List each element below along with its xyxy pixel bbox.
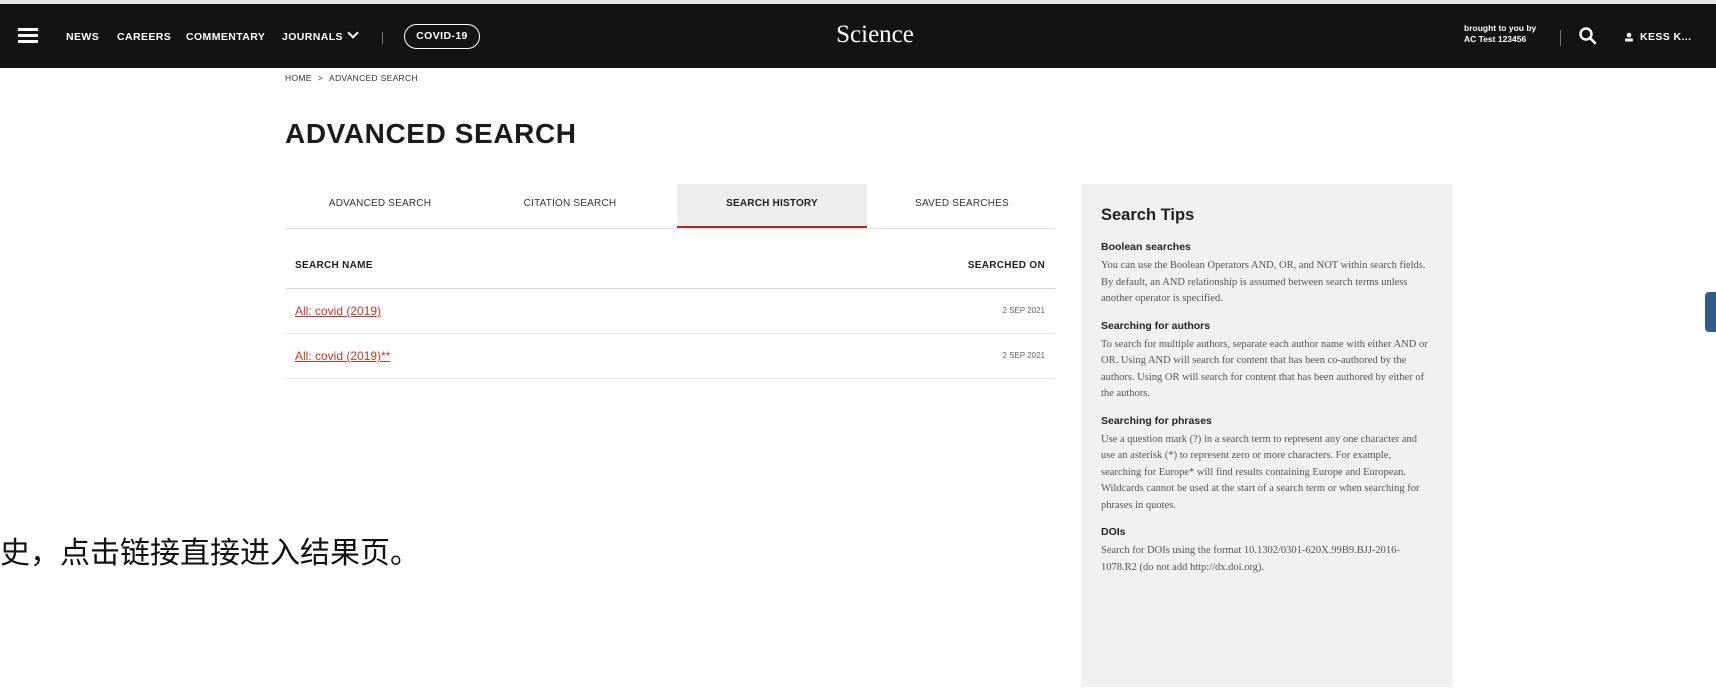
column-header-searched-on: SEARCHED ON bbox=[967, 260, 1045, 271]
menu-icon[interactable] bbox=[18, 28, 38, 44]
nav-careers-link[interactable]: CAREERS bbox=[117, 31, 171, 43]
table-header-row: SEARCH NAME SEARCHED ON bbox=[285, 250, 1055, 289]
breadcrumb: HOME > ADVANCED SEARCH bbox=[285, 73, 418, 83]
search-icon[interactable] bbox=[1578, 26, 1598, 46]
user-account-button[interactable]: KESS K... bbox=[1624, 31, 1691, 43]
top-navigation-bar: NEWS CAREERS COMMENTARY JOURNALS COVID-1… bbox=[0, 0, 1716, 68]
chevron-down-icon bbox=[347, 27, 359, 39]
overlay-annotation-text: 史，点击链接直接进入结果页。 bbox=[0, 536, 420, 571]
search-history-table: SEARCH NAME SEARCHED ON All: covid (2019… bbox=[285, 250, 1055, 379]
tip-heading-dois: DOIs bbox=[1101, 526, 1126, 538]
feedback-edge-tab[interactable] bbox=[1705, 292, 1716, 332]
tab-saved-searches[interactable]: SAVED SEARCHES bbox=[867, 184, 1057, 228]
table-row: All: covid (2019) 2 SEP 2021 bbox=[285, 289, 1055, 334]
nav-news-link[interactable]: NEWS bbox=[66, 31, 99, 43]
tip-heading-authors: Searching for authors bbox=[1101, 319, 1211, 332]
tab-citation-search[interactable]: CITATION SEARCH bbox=[475, 184, 665, 228]
breadcrumb-home-link[interactable]: HOME bbox=[285, 73, 312, 83]
search-history-link[interactable]: All: covid (2019) bbox=[295, 304, 381, 318]
table-row: All: covid (2019)** 2 SEP 2021 bbox=[285, 334, 1055, 379]
search-tabs: ADVANCED SEARCH CITATION SEARCH SEARCH H… bbox=[285, 184, 1055, 229]
breadcrumb-current: ADVANCED SEARCH bbox=[328, 73, 418, 83]
tip-heading-phrases: Searching for phrases bbox=[1101, 414, 1212, 427]
nav-commentary-link[interactable]: COMMENTARY bbox=[186, 31, 265, 43]
brought-by-line: brought to you by bbox=[1464, 23, 1537, 33]
nav-divider bbox=[382, 32, 383, 44]
tab-search-history[interactable]: SEARCH HISTORY bbox=[677, 184, 867, 228]
searched-on-date: 2 SEP 2021 bbox=[1002, 306, 1045, 315]
institution-name: AC Test 123456 bbox=[1464, 34, 1527, 44]
science-logo[interactable]: Science bbox=[820, 21, 930, 49]
tip-heading-boolean: Boolean searches bbox=[1101, 241, 1191, 253]
nav-journals-label: JOURNALS bbox=[282, 31, 343, 43]
tip-body-authors: To search for multiple authors, separate… bbox=[1101, 338, 1428, 400]
search-tips-title: Search Tips bbox=[1101, 206, 1195, 224]
tip-body-dois: Search for DOIs using the format 10.1302… bbox=[1101, 545, 1400, 573]
covid-19-button[interactable]: COVID-19 bbox=[404, 24, 480, 49]
searched-on-date: 2 SEP 2021 bbox=[1002, 351, 1045, 360]
header-divider bbox=[1560, 30, 1561, 46]
institution-access-label: brought to you by AC Test 123456 bbox=[1464, 23, 1536, 45]
breadcrumb-separator: > bbox=[317, 73, 323, 83]
search-history-link[interactable]: All: covid (2019)** bbox=[295, 349, 390, 363]
nav-journals-dropdown[interactable]: JOURNALS bbox=[282, 27, 359, 43]
tip-body-phrases: Use a question mark (?) in a search term… bbox=[1101, 433, 1420, 511]
user-name-label: KESS K... bbox=[1640, 31, 1692, 43]
user-icon bbox=[1625, 32, 1633, 42]
search-tips-panel: Search Tips Boolean searches You can use… bbox=[1081, 184, 1453, 687]
tip-body-boolean: You can use the Boolean Operators AND, O… bbox=[1101, 260, 1426, 304]
page-title: ADVANCED SEARCH bbox=[285, 118, 577, 149]
tab-advanced-search[interactable]: ADVANCED SEARCH bbox=[285, 184, 475, 228]
column-header-search-name: SEARCH NAME bbox=[295, 260, 373, 271]
